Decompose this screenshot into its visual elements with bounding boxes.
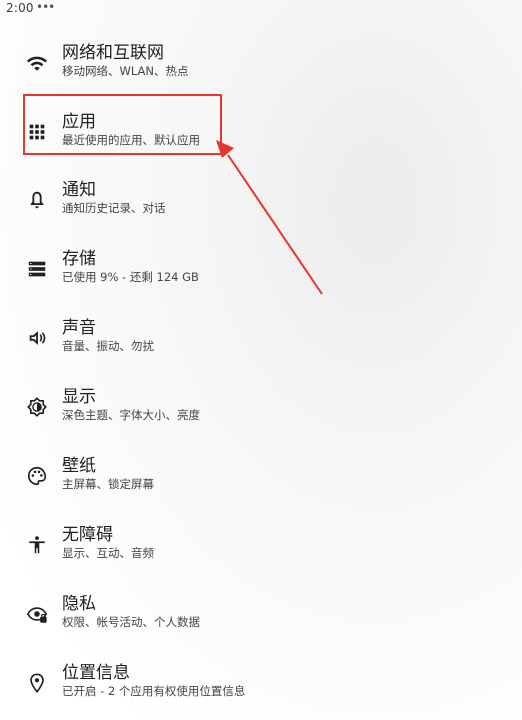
setting-title: 存储 [62, 249, 96, 269]
privacy-eye-icon [26, 603, 48, 625]
setting-title: 壁纸 [62, 456, 96, 476]
status-more-dots: ••• [36, 0, 55, 14]
setting-item-privacy[interactable]: 隐私 权限、帐号活动、个人数据 [0, 585, 522, 645]
setting-subtitle: 权限、帐号活动、个人数据 [62, 615, 200, 629]
setting-item-display[interactable]: 显示 深色主题、字体大小、亮度 [0, 378, 522, 438]
setting-item-sound[interactable]: 声音 音量、振动、勿扰 [0, 309, 522, 369]
setting-item-accessibility[interactable]: 无障碍 显示、互动、音频 [0, 516, 522, 576]
setting-subtitle: 移动网络、WLAN、热点 [62, 64, 189, 78]
setting-title: 通知 [62, 180, 96, 200]
storage-icon [26, 258, 48, 280]
setting-subtitle: 深色主题、字体大小、亮度 [62, 408, 200, 422]
setting-subtitle: 主屏幕、锁定屏幕 [62, 477, 154, 491]
setting-item-notifications[interactable]: 通知 通知历史记录、对话 [0, 171, 522, 231]
setting-item-storage[interactable]: 存储 已使用 9% - 还剩 124 GB [0, 240, 522, 300]
setting-item-network[interactable]: 网络和互联网 移动网络、WLAN、热点 [0, 34, 522, 94]
brightness-icon [26, 396, 48, 418]
status-time: 2:00 [6, 1, 34, 15]
setting-subtitle: 音量、振动、勿扰 [62, 339, 154, 353]
volume-icon [26, 327, 48, 349]
setting-item-wallpaper[interactable]: 壁纸 主屏幕、锁定屏幕 [0, 447, 522, 507]
setting-title: 隐私 [62, 594, 96, 614]
setting-title: 显示 [62, 387, 96, 407]
status-bar: 2:00 ••• [0, 0, 522, 18]
setting-subtitle: 已开启 - 2 个应用有权使用位置信息 [62, 684, 246, 698]
location-pin-icon [26, 672, 48, 694]
setting-title: 位置信息 [62, 663, 130, 683]
annotation-highlight-box [23, 94, 222, 155]
bell-icon [26, 189, 48, 211]
accessibility-icon [26, 534, 48, 556]
setting-title: 声音 [62, 318, 96, 338]
setting-subtitle: 显示、互动、音频 [62, 546, 154, 560]
setting-subtitle: 通知历史记录、对话 [62, 201, 166, 215]
setting-subtitle: 已使用 9% - 还剩 124 GB [62, 270, 199, 284]
setting-title: 无障碍 [62, 525, 113, 545]
settings-page: 2:00 ••• 网络和互联网 移动网络、WLAN、热点 应用 最近使用的应用、… [0, 0, 522, 720]
wifi-icon [26, 52, 48, 74]
palette-icon [26, 465, 48, 487]
setting-title: 网络和互联网 [62, 43, 164, 63]
setting-item-location[interactable]: 位置信息 已开启 - 2 个应用有权使用位置信息 [0, 654, 522, 714]
